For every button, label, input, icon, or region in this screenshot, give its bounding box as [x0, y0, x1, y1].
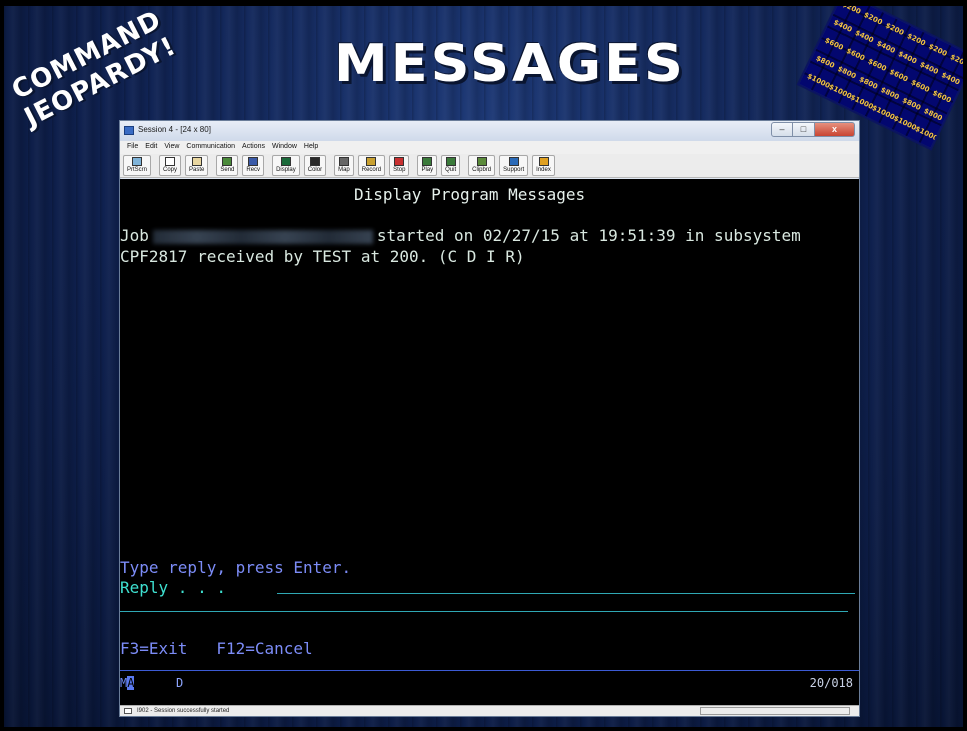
screen-separator: [120, 611, 848, 612]
terminal-screen[interactable]: Display Program Messages Job started on 0…: [120, 179, 859, 707]
map-icon: [338, 157, 349, 166]
toolbar-paste-button[interactable]: Paste: [185, 155, 209, 176]
board-cell: $200: [862, 10, 884, 27]
board-cell: $600: [845, 46, 867, 63]
index-icon: [538, 157, 549, 166]
maximize-button[interactable]: □: [793, 122, 815, 137]
job-message-line: Job started on 02/27/15 at 19:51:39 in su…: [120, 227, 801, 245]
support-icon: [508, 157, 519, 166]
board-cell: $600: [823, 36, 845, 52]
board-cell: $400: [832, 18, 854, 34]
toolbar-support-button[interactable]: Support: [499, 155, 529, 176]
oia-ma-indicator: MA: [120, 676, 135, 690]
window-titlebar[interactable]: Session 4 - [24 x 80] – □ x: [120, 121, 859, 141]
reply-input[interactable]: [277, 593, 855, 594]
print-screen-icon: [132, 157, 142, 166]
stop-icon: [394, 157, 405, 166]
toolbar-color-button[interactable]: Color: [303, 155, 327, 176]
board-cell: $400: [875, 39, 897, 56]
copy-icon: [165, 157, 176, 166]
board-cell: $200: [927, 42, 949, 59]
window-controls: – □ x: [771, 122, 855, 138]
board-cell: $400: [940, 70, 962, 87]
board-cell: $800: [922, 106, 944, 123]
emulator-window: Session 4 - [24 x 80] – □ x File Edit Vi…: [119, 120, 860, 717]
window-title: Session 4 - [24 x 80]: [138, 125, 211, 134]
board-cell: $200: [884, 21, 906, 38]
toolbar-quit-button[interactable]: Quit: [441, 155, 461, 176]
menu-help[interactable]: Help: [301, 141, 322, 154]
error-message-line: CPF2817 received by TEST at 200. (C D I …: [120, 247, 525, 266]
screen-header: Display Program Messages: [354, 185, 586, 204]
job-prefix: Job: [120, 226, 149, 245]
connection-status-icon: [124, 708, 132, 714]
menu-actions[interactable]: Actions: [239, 141, 269, 154]
board-cell: $1000: [913, 124, 940, 143]
board-cell: $600: [866, 57, 888, 73]
toolbar-send-button[interactable]: Send: [216, 155, 239, 176]
toolbar-map-button[interactable]: Map: [334, 155, 354, 176]
redacted-job-name: [152, 229, 373, 244]
close-button[interactable]: x: [815, 122, 855, 137]
board-cell: $800: [879, 85, 901, 102]
menu-bar: File Edit View Communication Actions Win…: [120, 141, 859, 154]
quit-icon: [445, 157, 456, 166]
toolbar-clipbrd-button[interactable]: Clipbrd: [468, 155, 496, 176]
board-cell: $400: [896, 49, 918, 66]
toolbar-display-button[interactable]: Display: [272, 155, 300, 176]
menu-file[interactable]: File: [124, 141, 142, 154]
status-field: [700, 707, 850, 715]
board-cell: $600: [888, 67, 910, 84]
toolbar-record-button[interactable]: Record: [357, 155, 386, 176]
board-cell: $800: [857, 75, 879, 91]
board-cell: $800: [900, 96, 922, 112]
board-cell: $400: [853, 28, 875, 45]
job-suffix: started on 02/27/15 at 19:51:39 in subsy…: [376, 226, 801, 245]
board-cell: $800: [836, 64, 858, 81]
board-cell: $200: [840, 6, 863, 16]
reply-label: Reply . . .: [120, 578, 226, 597]
send-icon: [222, 157, 233, 166]
oia-mode: D: [176, 676, 184, 690]
slide-background: COMMAND JEOPARDY! MESSAGES $200 $200 $200 $…: [4, 6, 963, 727]
cursor-position: 20/018: [809, 676, 853, 690]
menu-window[interactable]: Window: [269, 141, 301, 154]
session-app-icon: [124, 126, 134, 135]
menu-edit[interactable]: Edit: [142, 141, 161, 154]
reply-prompt: Type reply, press Enter.: [120, 558, 352, 577]
oia-cursor: A: [127, 676, 135, 690]
board-cell: $200: [948, 52, 963, 69]
color-icon: [309, 157, 320, 166]
board-cell: $600: [931, 88, 953, 105]
toolbar-copy-button[interactable]: Copy: [159, 155, 182, 176]
menu-communication[interactable]: Communication: [183, 141, 239, 154]
record-icon: [366, 157, 377, 166]
status-bar: I902 - Session successfully started: [120, 705, 859, 716]
paste-icon: [191, 157, 202, 166]
receive-icon: [248, 157, 259, 166]
toolbar-prtscrn-button[interactable]: PrtScrn: [123, 155, 152, 176]
toolbar: PrtScrn Copy Paste Send Recv Display Col…: [120, 154, 859, 178]
board-cell: $800: [814, 54, 836, 70]
status-text: I902 - Session successfully started: [137, 708, 230, 714]
minimize-button[interactable]: –: [771, 122, 793, 137]
toolbar-play-button[interactable]: Play: [417, 155, 438, 176]
operator-info-area: MA D 20/018: [120, 670, 859, 690]
board-cell: $400: [918, 60, 940, 77]
toolbar-stop-button[interactable]: Stop: [389, 155, 410, 176]
function-keys[interactable]: F3=Exit F12=Cancel: [120, 640, 313, 658]
display-icon: [280, 157, 291, 166]
menu-view[interactable]: View: [161, 141, 183, 154]
toolbar-recv-button[interactable]: Recv: [242, 155, 265, 176]
play-icon: [422, 157, 433, 166]
board-cell: $200: [905, 31, 927, 48]
toolbar-index-button[interactable]: Index: [532, 155, 555, 176]
clipboard-icon: [476, 157, 487, 166]
slide-title: MESSAGES: [334, 33, 686, 94]
board-cell: $600: [909, 78, 931, 95]
